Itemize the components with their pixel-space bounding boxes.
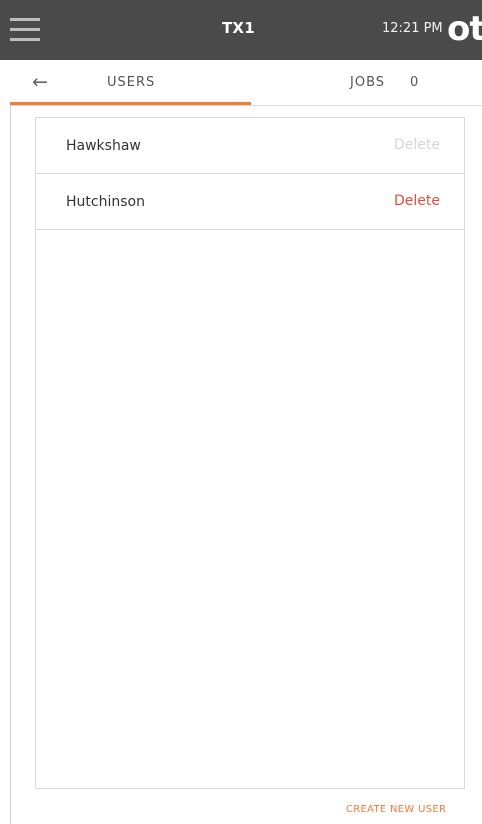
user-name: Hawkshaw <box>66 138 141 154</box>
users-list: Hawkshaw Delete Hutchinson Delete <box>35 117 465 789</box>
tab-jobs-label: JOBS <box>350 75 386 90</box>
tab-users[interactable]: ← USERS <box>10 60 251 105</box>
jobs-count-badge: 0 <box>410 75 419 90</box>
hamburger-icon[interactable] <box>10 18 40 42</box>
tab-jobs[interactable]: JOBS 0 <box>251 60 482 105</box>
delete-button[interactable]: Delete <box>394 137 440 153</box>
brand-logo: ot <box>447 9 482 49</box>
back-arrow-icon[interactable]: ← <box>32 72 48 92</box>
user-row: Hawkshaw Delete <box>36 118 464 174</box>
delete-button[interactable]: Delete <box>394 193 440 209</box>
active-tab-indicator <box>10 102 251 105</box>
left-divider <box>10 106 11 824</box>
user-row: Hutchinson Delete <box>36 174 464 230</box>
user-name: Hutchinson <box>66 194 145 210</box>
top-app-bar: TX1 12:21 PM ot <box>0 0 482 60</box>
tab-users-label: USERS <box>107 75 156 90</box>
create-new-user-button[interactable]: CREATE NEW USER <box>346 804 446 815</box>
tab-bar: ← USERS JOBS 0 <box>10 60 482 106</box>
app-title: TX1 <box>222 19 255 37</box>
clock-time: 12:21 PM <box>382 21 443 36</box>
